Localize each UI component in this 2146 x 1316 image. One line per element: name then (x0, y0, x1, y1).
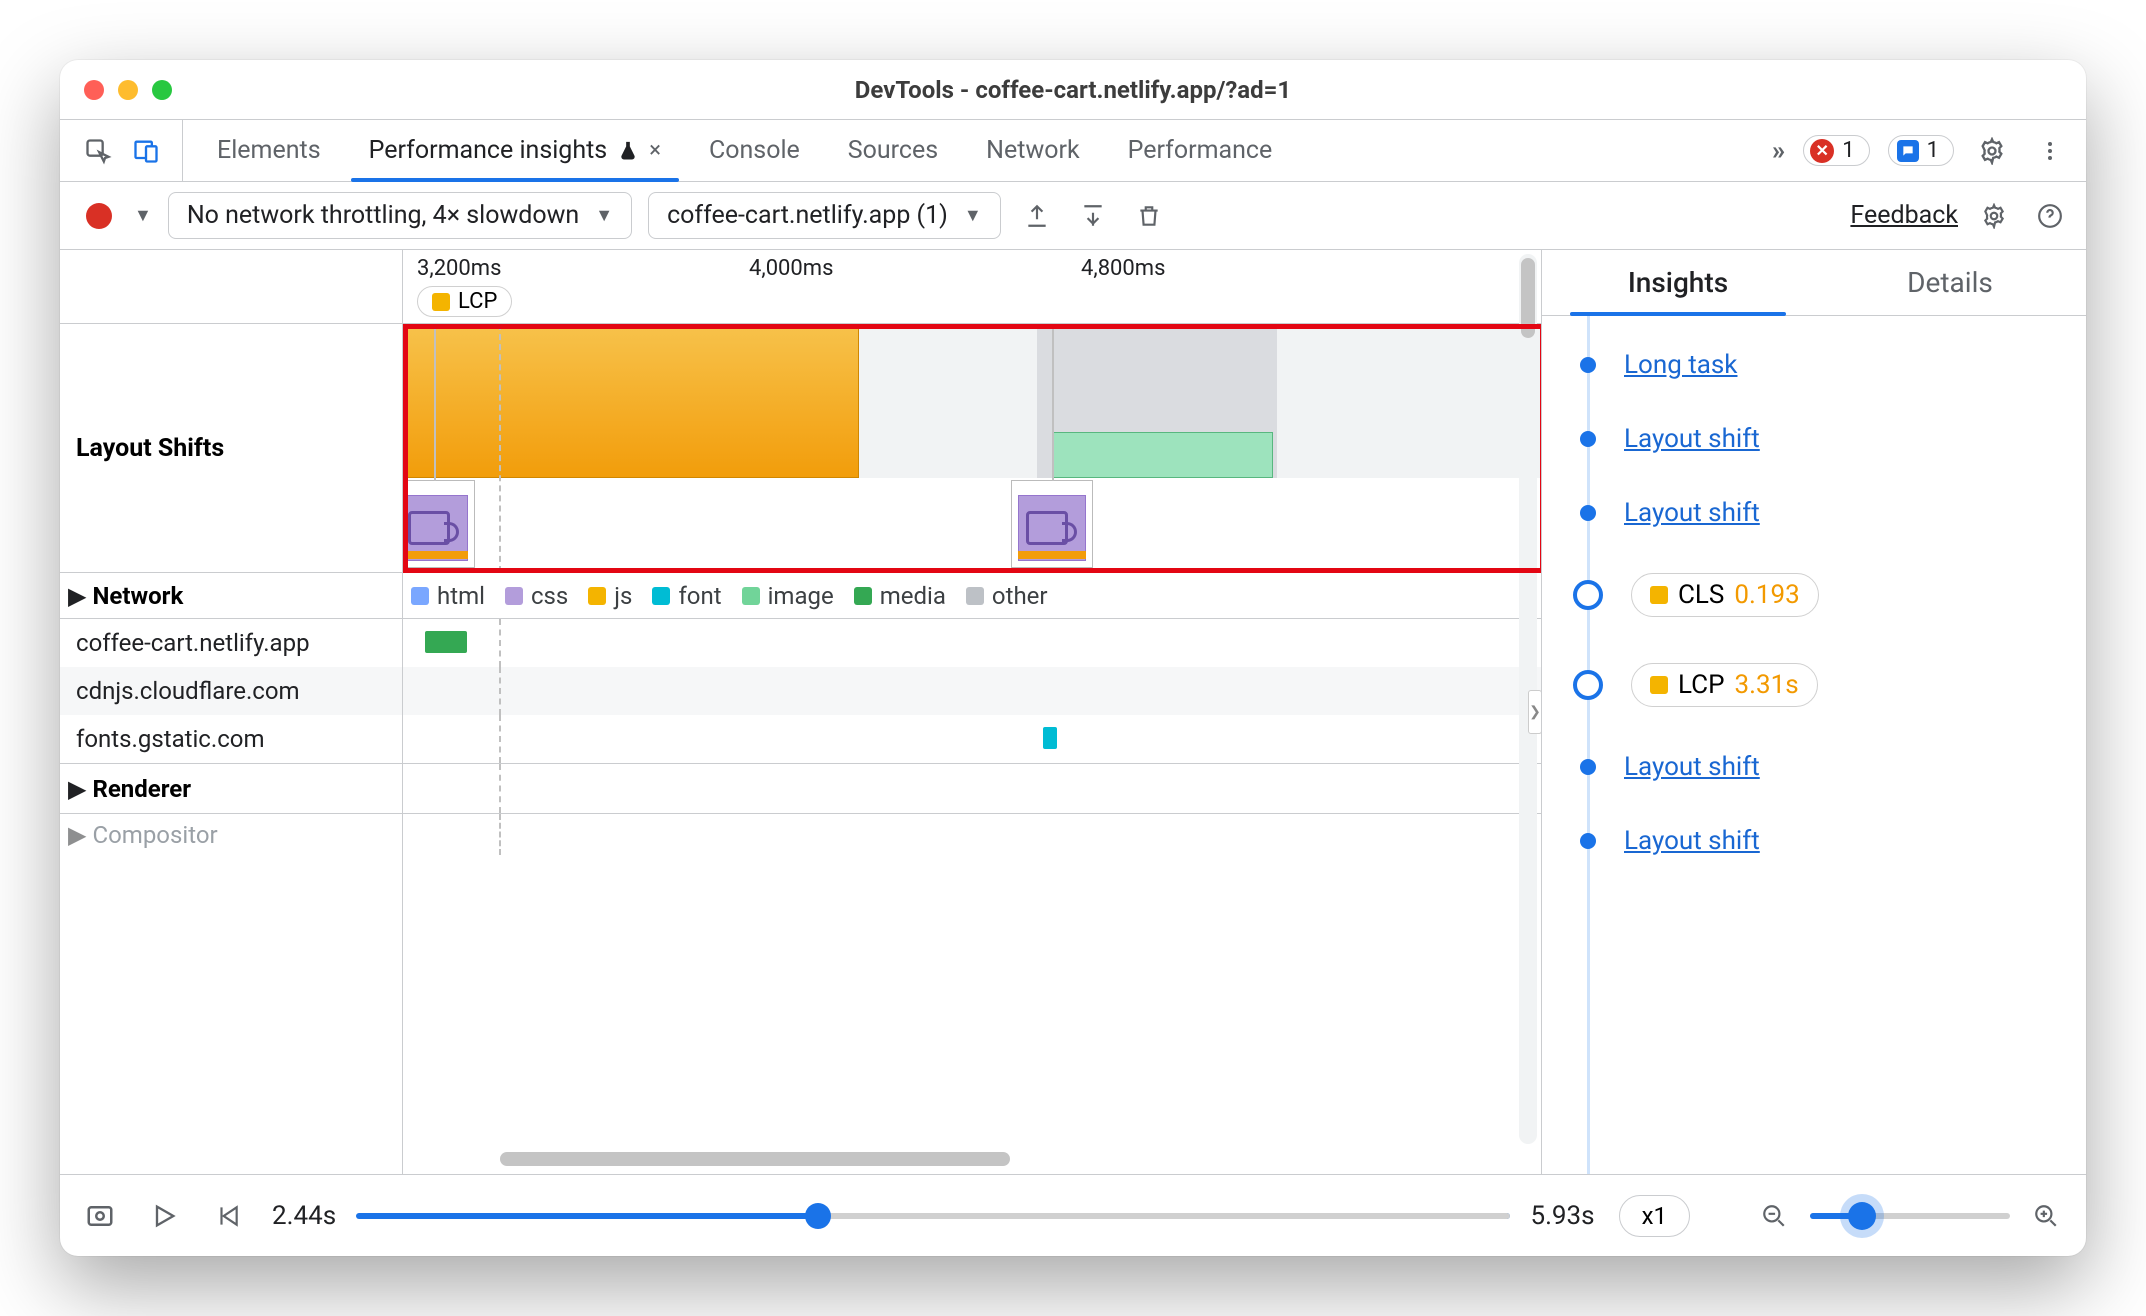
insights-sidebar: Insights Details Long task Layout shift … (1542, 250, 2086, 1174)
feedback-link[interactable]: Feedback (1850, 201, 1958, 230)
tab-performance[interactable]: Performance (1104, 120, 1297, 181)
insight-layout-shift[interactable]: Layout shift (1624, 826, 1760, 856)
error-icon: ✕ (1810, 139, 1834, 163)
lane-network[interactable]: ▶Network (60, 573, 402, 619)
play-icon[interactable] (144, 1196, 184, 1236)
track-labels: Layout Shifts ▶Network coffee-cart.netli… (60, 250, 403, 1174)
insight-layout-shift[interactable]: Layout shift (1624, 498, 1760, 528)
sidebar-tab-details[interactable]: Details (1814, 250, 2086, 315)
help-icon[interactable] (2030, 196, 2070, 236)
minimize-window-button[interactable] (118, 80, 138, 100)
lcp-swatch-icon (1650, 676, 1668, 694)
tab-performance-insights[interactable]: Performance insights × (345, 120, 685, 181)
layout-shift-thumbnail[interactable] (403, 480, 475, 568)
lane-compositor[interactable]: ▶Compositor (60, 813, 402, 855)
zoom-controls (1754, 1196, 2066, 1236)
close-window-button[interactable] (84, 80, 104, 100)
host-row[interactable]: coffee-cart.netlify.app (60, 619, 402, 667)
rewind-icon[interactable] (208, 1196, 248, 1236)
lcp-marker-chip[interactable]: LCP (417, 286, 512, 317)
insight-lcp-chip[interactable]: LCP 3.31s (1631, 663, 1818, 707)
window-title: DevTools - coffee-cart.netlify.app/?ad=1 (60, 76, 2086, 104)
horizontal-scrollbar[interactable] (380, 1148, 1523, 1170)
panel-settings-icon[interactable] (1974, 196, 2014, 236)
sidebar-resize-handle[interactable]: ❯ (1528, 690, 1541, 734)
host-row[interactable]: fonts.gstatic.com (60, 715, 402, 763)
preview-toggle-icon[interactable] (80, 1196, 120, 1236)
flask-icon (617, 140, 639, 162)
panel-tabs: Elements Performance insights × Console … (193, 120, 1766, 181)
network-legend: html css js font image media other (403, 573, 1541, 619)
track-canvas[interactable]: 3,200ms 4,000ms 4,800ms LCP (403, 250, 1541, 1174)
throttling-select[interactable]: No network throttling, 4× slowdown▼ (168, 192, 632, 239)
ruler-tick: 4,000ms (749, 256, 833, 281)
cls-swatch-icon (1650, 586, 1668, 604)
record-button[interactable] (86, 203, 112, 229)
import-icon[interactable] (1073, 196, 1113, 236)
network-row-canvas (403, 715, 1541, 763)
recording-select[interactable]: coffee-cart.netlify.app (1)▼ (648, 192, 1001, 239)
insights-toolbar: ▼ No network throttling, 4× slowdown▼ co… (60, 182, 2086, 250)
panel-tabbar: Elements Performance insights × Console … (60, 120, 2086, 182)
playhead-slider[interactable] (356, 1213, 1510, 1219)
export-icon[interactable] (1017, 196, 1057, 236)
zoom-window-button[interactable] (152, 80, 172, 100)
device-toolbar-icon[interactable] (126, 131, 166, 171)
insights-timeline[interactable]: Long task Layout shift Layout shift CLS … (1542, 316, 2086, 1174)
tab-elements[interactable]: Elements (193, 120, 345, 181)
insight-layout-shift[interactable]: Layout shift (1624, 424, 1760, 454)
issues-chip[interactable]: 1 (1888, 135, 1954, 166)
insight-cls-chip[interactable]: CLS 0.193 (1631, 573, 1819, 617)
zoom-in-icon[interactable] (2026, 1196, 2066, 1236)
network-row-canvas (403, 619, 1541, 667)
lane-layout-shifts: Layout Shifts (60, 324, 402, 573)
zoom-slider[interactable] (1810, 1213, 2010, 1219)
time-ruler: 3,200ms 4,000ms 4,800ms LCP (403, 250, 1541, 324)
insight-long-task[interactable]: Long task (1624, 350, 1737, 380)
tab-network[interactable]: Network (962, 120, 1103, 181)
zoom-out-icon[interactable] (1754, 1196, 1794, 1236)
speed-toggle[interactable]: x1 (1619, 1195, 1690, 1237)
layout-shift-thumbnail[interactable] (1011, 480, 1093, 568)
close-icon[interactable]: × (649, 138, 661, 163)
insight-layout-shift[interactable]: Layout shift (1624, 752, 1760, 782)
playback-footer: 2.44s 5.93s x1 (60, 1174, 2086, 1256)
lane-renderer[interactable]: ▶Renderer (60, 763, 402, 813)
settings-icon[interactable] (1972, 131, 2012, 171)
ruler-tick: 3,200ms (417, 256, 501, 281)
kebab-icon[interactable] (2030, 131, 2070, 171)
delete-icon[interactable] (1129, 196, 1169, 236)
lcp-swatch-icon (432, 293, 450, 311)
range-end: 5.93s (1530, 1201, 1594, 1231)
timeline-main: Layout Shifts ▶Network coffee-cart.netli… (60, 250, 1542, 1174)
devtools-window: DevTools - coffee-cart.netlify.app/?ad=1… (60, 60, 2086, 1256)
inspect-icon[interactable] (78, 131, 118, 171)
titlebar: DevTools - coffee-cart.netlify.app/?ad=1 (60, 60, 2086, 120)
network-row-canvas (403, 667, 1541, 715)
range-start: 2.44s (272, 1201, 336, 1231)
sidebar-tab-insights[interactable]: Insights (1542, 250, 1814, 315)
record-menu-caret-icon[interactable]: ▼ (134, 205, 152, 226)
more-tabs-button[interactable]: » (1772, 136, 1785, 166)
errors-chip[interactable]: ✕ 1 (1803, 135, 1869, 166)
host-row[interactable]: cdnjs.cloudflare.com (60, 667, 402, 715)
ruler-tick: 4,800ms (1081, 256, 1165, 281)
window-controls (60, 80, 172, 100)
layout-shifts-lane-canvas (403, 324, 1541, 573)
issue-icon (1897, 140, 1919, 162)
tab-console[interactable]: Console (685, 120, 824, 181)
tab-sources[interactable]: Sources (824, 120, 962, 181)
